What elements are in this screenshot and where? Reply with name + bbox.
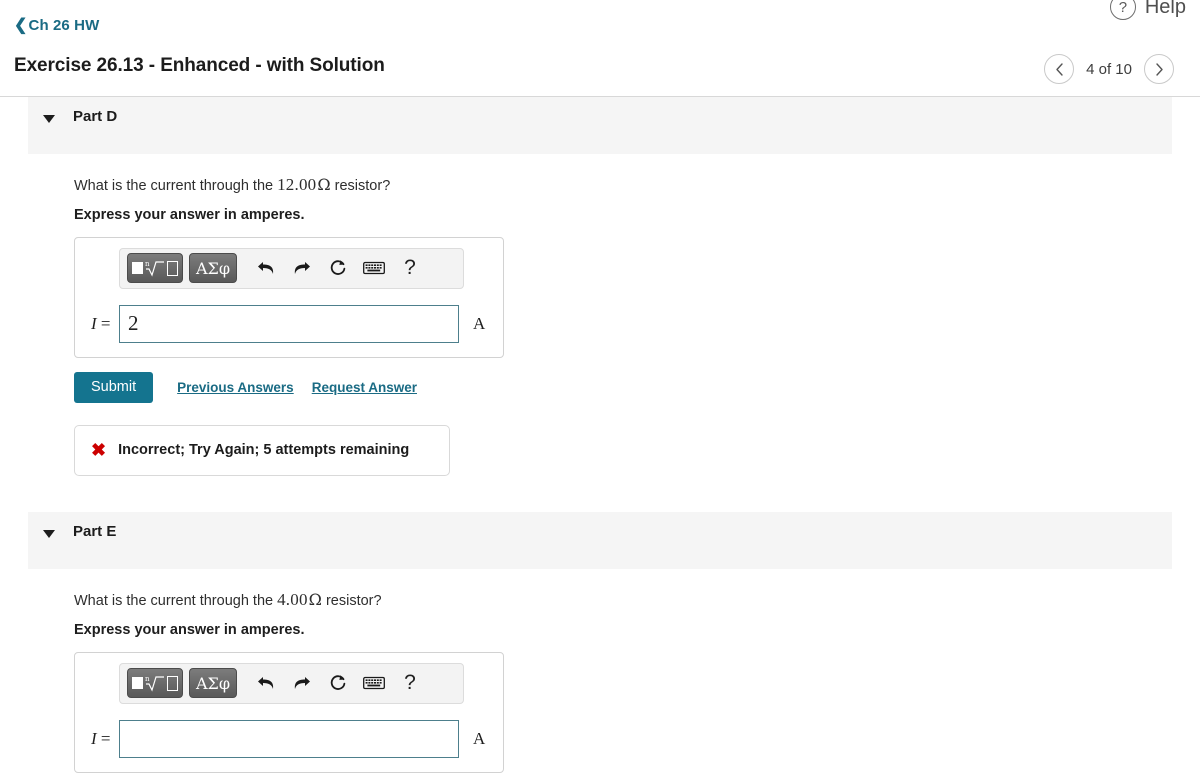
page-header: ❮ Ch 26 HW Exercise 26.13 - Enhanced - w… (0, 0, 1200, 97)
reset-icon (330, 675, 346, 690)
keyboard-button[interactable] (357, 252, 391, 284)
pagination-label: 4 of 10 (1086, 60, 1132, 78)
question-prefix: What is the current through the (74, 592, 278, 609)
ohm-symbol: Ω (317, 175, 331, 194)
part-header-part-e[interactable]: Part E (28, 511, 1172, 569)
help-button[interactable]: ? Help (1109, 0, 1186, 20)
filled-square-icon (132, 677, 144, 689)
part-header-part-d[interactable]: Part D (28, 97, 1172, 154)
math-help-button[interactable]: ? (393, 667, 427, 699)
feedback-banner: ✖ Incorrect; Try Again; 5 attempts remai… (74, 424, 450, 476)
redo-button[interactable] (285, 252, 319, 284)
svg-text:n: n (145, 675, 150, 683)
collapse-caret-icon (43, 529, 55, 538)
answer-box-part-d: n ΑΣφ ? I = 2 A (74, 236, 504, 358)
reset-icon (330, 260, 346, 276)
answer-box-part-e: n ΑΣφ ? I = A (74, 651, 504, 773)
svg-text:n: n (145, 260, 150, 268)
variable-label: I = (91, 728, 111, 748)
question-suffix: resistor? (321, 592, 382, 609)
ohm-symbol: Ω (308, 589, 322, 609)
filled-square-icon (132, 262, 144, 275)
undo-icon (258, 262, 274, 275)
collapse-caret-icon (43, 115, 55, 123)
greek-symbols-button[interactable]: ΑΣφ (189, 253, 237, 284)
open-square-icon (167, 260, 178, 276)
next-question-button[interactable] (1144, 54, 1174, 84)
answer-input[interactable] (119, 719, 459, 758)
reset-button[interactable] (321, 252, 355, 284)
question-mark-icon: ? (1109, 0, 1136, 20)
resistor-value: 4.00 (277, 589, 308, 609)
redo-button[interactable] (285, 667, 319, 699)
keyboard-icon (363, 676, 385, 690)
answer-actions: Submit Previous Answers Request Answer (74, 371, 1200, 403)
feedback-message: Incorrect; Try Again; 5 attempts remaini… (118, 442, 410, 459)
previous-answers-link[interactable]: Previous Answers (177, 380, 294, 395)
math-template-button[interactable]: n (127, 668, 183, 698)
variable-label: I = (91, 313, 111, 333)
undo-button[interactable] (249, 667, 283, 699)
part-title: Part E (73, 522, 117, 540)
open-square-icon (167, 675, 178, 691)
part-body-part-d: What is the current through the 12.00Ω r… (0, 154, 1200, 476)
pagination: 4 of 10 (1044, 54, 1174, 84)
help-label: Help (1144, 0, 1186, 18)
chevron-right-icon (1155, 62, 1163, 76)
nth-root-icon: n (145, 673, 165, 693)
request-answer-link[interactable]: Request Answer (312, 380, 417, 395)
question-text: What is the current through the 4.00Ω re… (74, 587, 1200, 613)
keyboard-icon (363, 262, 385, 275)
chevron-left-icon (1055, 62, 1063, 76)
answer-unit: A (473, 313, 486, 333)
breadcrumb-back-link[interactable]: ❮ Ch 26 HW (14, 17, 99, 34)
question-text: What is the current through the 12.00Ω r… (74, 172, 1200, 198)
answer-instruction: Express your answer in amperes. (74, 206, 305, 223)
reset-button[interactable] (321, 667, 355, 699)
answer-input[interactable] (119, 304, 459, 343)
prev-question-button[interactable] (1044, 54, 1075, 84)
undo-button[interactable] (249, 252, 283, 284)
answer-instruction: Express your answer in amperes. (74, 621, 305, 638)
part-body-part-e: What is the current through the 4.00Ω re… (0, 569, 1200, 773)
math-toolbar: n ΑΣφ ? (119, 662, 464, 704)
question-prefix: What is the current through the (74, 178, 278, 194)
math-toolbar: n ΑΣφ ? (119, 247, 464, 289)
question-mark-icon: ? (404, 256, 416, 280)
undo-icon (258, 677, 274, 689)
redo-icon (294, 677, 310, 689)
submit-button[interactable]: Submit (74, 371, 154, 403)
math-help-button[interactable]: ? (393, 252, 427, 284)
error-x-icon: ✖ (91, 440, 107, 461)
answer-input-row: I = A (87, 304, 491, 343)
nth-root-icon: n (145, 258, 165, 278)
breadcrumb-label: Ch 26 HW (28, 17, 100, 34)
part-title: Part D (73, 108, 118, 125)
question-suffix: resistor? (330, 178, 391, 194)
resistor-value: 12.00 (277, 175, 317, 194)
math-template-button[interactable]: n (127, 253, 183, 284)
answer-input-row: I = A (87, 719, 491, 758)
keyboard-button[interactable] (357, 667, 391, 699)
page-title: Exercise 26.13 - Enhanced - with Solutio… (14, 55, 385, 76)
answer-unit: A (473, 728, 486, 748)
question-mark-icon: ? (404, 671, 416, 694)
redo-icon (294, 262, 310, 275)
greek-symbols-button[interactable]: ΑΣφ (189, 668, 237, 698)
back-chevron-icon: ❮ (14, 16, 28, 34)
